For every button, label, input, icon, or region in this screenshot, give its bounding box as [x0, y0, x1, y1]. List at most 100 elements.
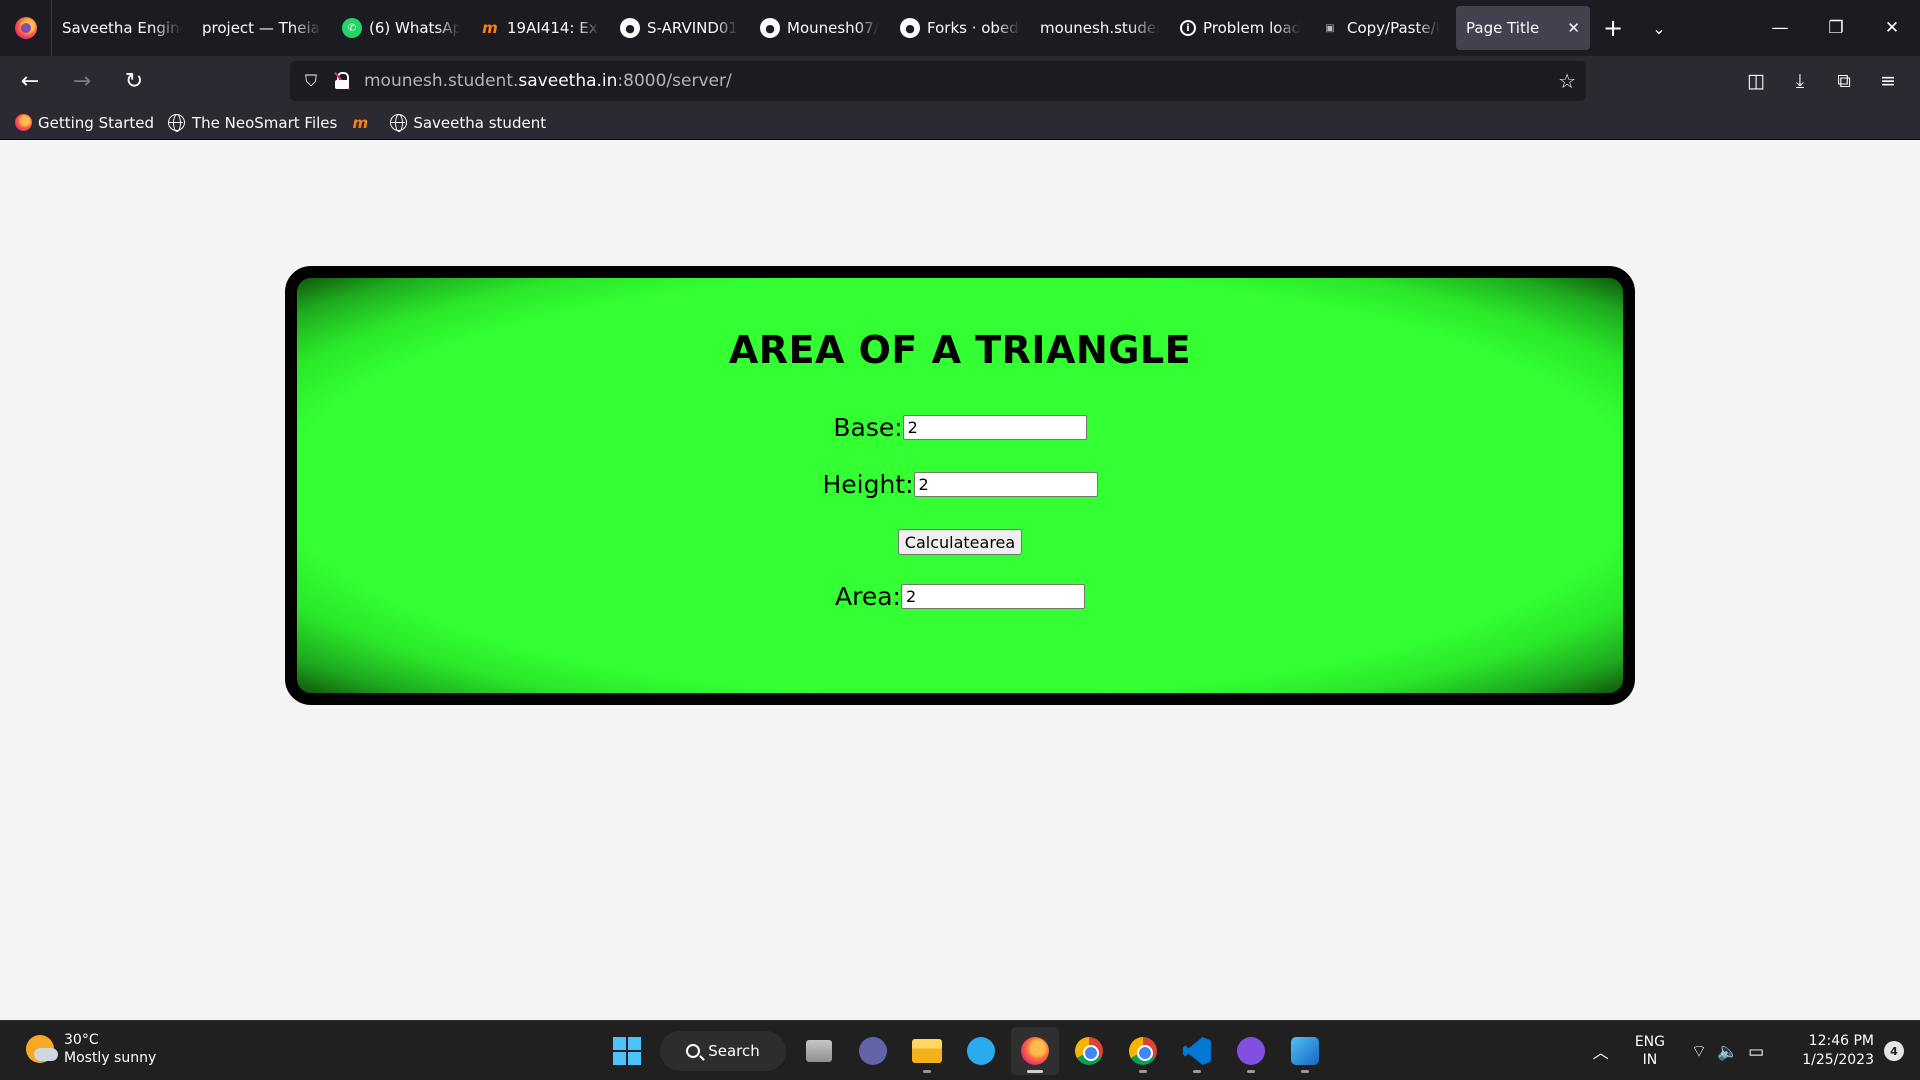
- bookmark-neosmart[interactable]: The NeoSmart Files: [168, 114, 337, 132]
- base-label: Base:: [833, 413, 903, 442]
- close-tab-icon[interactable]: ✕: [1567, 19, 1580, 37]
- new-tab-button[interactable]: +: [1590, 6, 1636, 50]
- area-label: Area:: [835, 582, 901, 611]
- weather-description: Mostly sunny: [64, 1050, 157, 1066]
- tab-label: Forks · obedotto: [927, 19, 1020, 37]
- triangle-area-panel: AREA OF A TRIANGLE Base: Height: Calcula…: [285, 266, 1635, 705]
- tab-label: Copy/Paste/Undo: [1347, 19, 1440, 37]
- clock-time: 12:46 PM: [1808, 1033, 1874, 1049]
- tab-github-mounesh[interactable]: ● Mounesh07/: [750, 6, 890, 50]
- list-all-tabs-button[interactable]: ⌄: [1636, 6, 1682, 50]
- show-hidden-icons-chevron-icon[interactable]: ︿: [1593, 1039, 1609, 1063]
- area-input[interactable]: [900, 584, 1085, 609]
- firefox-taskbar-button[interactable]: [1011, 1027, 1059, 1075]
- close-window-button[interactable]: ✕: [1864, 0, 1920, 56]
- chrome-profile-icon: [1129, 1037, 1157, 1065]
- tab-moodle-ex01[interactable]: m 19AI414: Ex 01: [470, 6, 610, 50]
- url-text[interactable]: mounesh.student.saveetha.in:8000/server/: [364, 71, 732, 91]
- taskbar-apps: Search: [600, 1027, 1332, 1075]
- forward-button[interactable]: →: [60, 59, 104, 103]
- tab-theia-project[interactable]: project — Theia IDE: [192, 6, 332, 50]
- tab-saveetha-engineering[interactable]: Saveetha Engineering College: [52, 6, 192, 50]
- globe-icon: [168, 114, 186, 132]
- bookmark-saveetha-student[interactable]: Saveetha student: [389, 114, 546, 132]
- restore-button[interactable]: ❐: [1808, 0, 1864, 56]
- tab-page-title[interactable]: Page Title ✕: [1456, 6, 1590, 50]
- bookmarks-toolbar: Getting Started The NeoSmart Files m Sav…: [0, 106, 1920, 140]
- tab-github-arvind[interactable]: ● S-ARVIND01: [610, 6, 750, 50]
- file-explorer-button[interactable]: [903, 1027, 951, 1075]
- info-icon: i: [1180, 20, 1196, 36]
- tab-problem-loading[interactable]: i Problem loading: [1170, 6, 1310, 50]
- globe-icon: [389, 114, 407, 132]
- task-view-button[interactable]: [795, 1027, 843, 1075]
- calculate-area-button[interactable]: Calculatearea: [897, 529, 1023, 555]
- input-language-indicator[interactable]: ENG IN: [1635, 1033, 1665, 1069]
- firefox-icon: [14, 114, 32, 132]
- tab-label: Page Title: [1466, 19, 1540, 37]
- hamburger-menu-icon[interactable]: ≡: [1866, 59, 1910, 103]
- firefox-icon: [14, 17, 37, 39]
- taskbar-search[interactable]: Search: [660, 1031, 786, 1071]
- region-code: IN: [1642, 1052, 1658, 1068]
- downloads-icon[interactable]: ⤓: [1778, 59, 1822, 103]
- quick-settings-icons[interactable]: ⌔🔈▭: [1691, 1041, 1774, 1062]
- moodle-icon: m: [352, 113, 369, 132]
- github-desktop-button[interactable]: [1227, 1027, 1275, 1075]
- tracking-protection-icon[interactable]: ⛉: [302, 71, 320, 91]
- bookmark-star-icon[interactable]: ☆: [1558, 69, 1576, 93]
- chrome-profile-button[interactable]: [1119, 1027, 1167, 1075]
- github-icon: ●: [900, 18, 920, 38]
- pocket-icon[interactable]: ◫: [1734, 59, 1778, 103]
- teams-chat-button[interactable]: [849, 1027, 897, 1075]
- extensions-icon[interactable]: ⧉: [1822, 59, 1866, 103]
- github-icon: ●: [620, 18, 640, 38]
- area-row: Area:: [297, 582, 1623, 611]
- bookmark-getting-started[interactable]: Getting Started: [14, 114, 154, 132]
- telegram-button[interactable]: [957, 1027, 1005, 1075]
- tab-mounesh-student[interactable]: mounesh.student: [1030, 6, 1170, 50]
- firefox-view-button[interactable]: [0, 0, 52, 56]
- volume-icon: 🔈: [1716, 1041, 1749, 1062]
- start-button[interactable]: [603, 1027, 651, 1075]
- address-bar[interactable]: ⛉ mounesh.student.saveetha.in:8000/serve…: [290, 61, 1586, 101]
- chrome-button[interactable]: [1065, 1027, 1113, 1075]
- vscode-button[interactable]: [1173, 1027, 1221, 1075]
- tab-github-forks[interactable]: ● Forks · obedotto: [890, 6, 1030, 50]
- paint-button[interactable]: [1281, 1027, 1329, 1075]
- tab-strip: Saveetha Engineering College project — T…: [0, 0, 1920, 56]
- height-input[interactable]: [913, 472, 1098, 497]
- tab-whatsapp[interactable]: ✆ (6) WhatsApp: [332, 6, 470, 50]
- tab-label: Saveetha Engineering College: [62, 19, 182, 37]
- url-suffix: :8000/server/: [617, 71, 732, 91]
- url-host: saveetha.in: [518, 71, 618, 91]
- moodle-icon: m: [482, 19, 498, 37]
- bookmark-label: The NeoSmart Files: [191, 113, 338, 132]
- height-label: Height:: [822, 470, 914, 499]
- tab-copy-paste[interactable]: ▣ Copy/Paste/Undo: [1310, 6, 1450, 50]
- system-tray: ︿ ENG IN ⌔🔈▭ 12:46 PM 1/25/2023 4: [1593, 1021, 1920, 1080]
- folder-icon: [912, 1039, 942, 1063]
- url-prefix: mounesh.student.: [364, 71, 519, 91]
- bookmark-moodle[interactable]: m: [351, 114, 375, 132]
- tab-label: project — Theia IDE: [202, 19, 322, 37]
- reload-button[interactable]: ↻: [112, 59, 156, 103]
- notification-badge[interactable]: 4: [1884, 1041, 1904, 1061]
- github-icon: [1237, 1037, 1265, 1065]
- minimize-button[interactable]: —: [1752, 0, 1808, 56]
- navigation-toolbar: ← → ↻ ⛉ mounesh.student.saveetha.in:8000…: [0, 56, 1920, 106]
- windows-taskbar: 30°C Mostly sunny Search ︿ ENG IN ⌔🔈▭ 12…: [0, 1020, 1920, 1080]
- base-row: Base:: [297, 413, 1623, 442]
- base-input[interactable]: [902, 415, 1087, 440]
- clock[interactable]: 12:46 PM 1/25/2023: [1802, 1032, 1874, 1070]
- weather-temperature: 30°C: [64, 1032, 99, 1048]
- insecure-lock-icon[interactable]: [334, 71, 350, 91]
- firefox-icon: [1021, 1037, 1049, 1065]
- copy-icon: ▣: [1325, 22, 1335, 34]
- bookmark-label: Getting Started: [38, 113, 154, 132]
- github-icon: ●: [760, 18, 780, 38]
- battery-icon: ▭: [1748, 1041, 1775, 1062]
- weather-widget[interactable]: 30°C Mostly sunny: [26, 1031, 156, 1067]
- paint-icon: [1291, 1037, 1319, 1065]
- back-button[interactable]: ←: [8, 59, 52, 103]
